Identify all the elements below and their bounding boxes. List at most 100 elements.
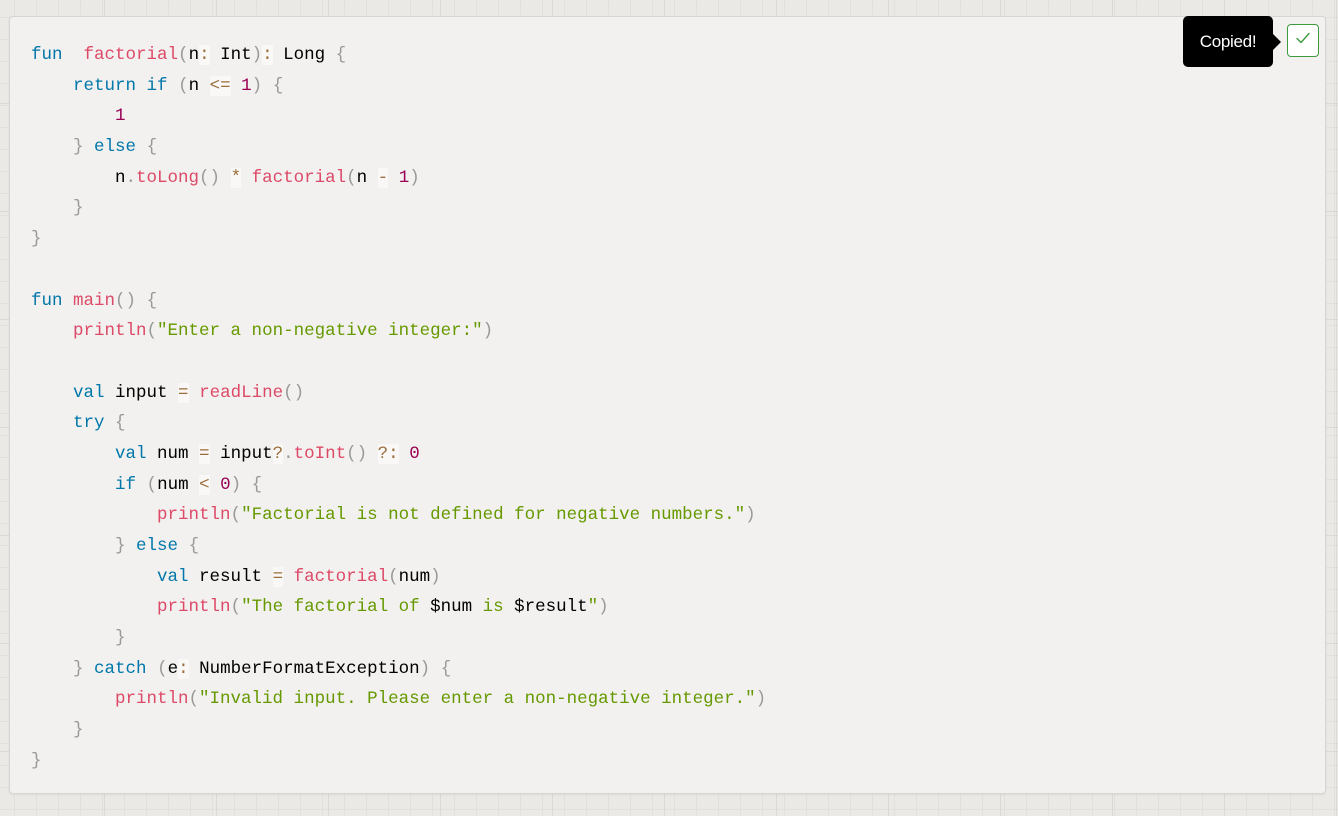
punctuation-token: (	[146, 321, 158, 342]
function-token: factorial	[83, 45, 179, 65]
punctuation-token: }	[73, 198, 84, 219]
punctuation-token: {	[251, 474, 263, 495]
punctuation-token: }	[73, 720, 84, 741]
operator-token: <	[199, 474, 210, 495]
number-token: 0	[409, 443, 420, 464]
punctuation-token: )	[251, 45, 263, 65]
plain-token: Int	[209, 45, 252, 65]
keyword-token: val	[73, 382, 105, 403]
number-token: 1	[241, 75, 252, 96]
keyword-token: fun	[31, 45, 63, 65]
plain-token: n	[31, 167, 126, 188]
number-token: 1	[398, 167, 410, 188]
punctuation-token: )	[419, 658, 431, 679]
number-token: 0	[220, 474, 231, 495]
tooltip-text: Copied!	[1199, 31, 1257, 51]
copied-tooltip: Copied!	[1183, 16, 1281, 67]
plain-token: input	[209, 443, 273, 464]
plain-token: Long	[272, 45, 336, 65]
punctuation-token: ()	[283, 382, 305, 403]
punctuation-token: (	[346, 167, 357, 188]
function-token: toInt	[293, 443, 347, 464]
punctuation-token: }	[115, 628, 126, 649]
code-line: fun factorial(n: Int): Long {	[31, 40, 766, 71]
plain-token: n	[188, 75, 210, 96]
plain-token: NumberFormatException	[188, 658, 420, 679]
code-block[interactable]: fun factorial(n: Int): Long { return if …	[31, 40, 766, 777]
operator-token: :	[199, 45, 210, 65]
code-line: fun main() {	[31, 286, 766, 317]
plain-token: input	[104, 382, 179, 403]
code-line: } catch (e: NumberFormatException) {	[31, 654, 766, 685]
string-token: "The factorial of	[241, 597, 431, 618]
copy-button[interactable]	[1287, 24, 1319, 57]
keyword-token: if	[146, 75, 168, 96]
punctuation-token: (	[178, 75, 189, 96]
operator-token: <=	[209, 75, 231, 96]
punctuation-token: (	[157, 658, 168, 679]
punctuation-token: {	[335, 45, 347, 65]
plain-token: $num	[430, 597, 473, 618]
code-line: println("The factorial of $num is $resul…	[31, 592, 766, 623]
code-line: return if (n <= 1) {	[31, 71, 766, 102]
punctuation-token: ()	[346, 443, 368, 464]
code-line: println("Factorial is not defined for ne…	[31, 500, 766, 531]
string-token: is	[472, 597, 515, 618]
function-token: factorial	[251, 167, 347, 188]
punctuation-token: {	[188, 536, 200, 556]
code-line: val result = factorial(num)	[31, 562, 766, 593]
operator-token: ?:	[377, 443, 399, 464]
code-line: }	[31, 623, 766, 654]
operator-token: -	[377, 167, 389, 188]
punctuation-token: )	[251, 75, 263, 96]
punctuation-token: }	[31, 229, 42, 250]
function-token: main	[73, 290, 116, 311]
code-line: } else {	[31, 132, 766, 163]
code-line: } else {	[31, 531, 766, 562]
code-line: }	[31, 193, 766, 224]
plain-token: n	[188, 45, 200, 65]
punctuation-token: }	[31, 750, 42, 771]
function-token: println	[73, 321, 147, 342]
plain-token: n	[356, 167, 378, 188]
string-token: "Enter a non-negative integer:"	[157, 321, 483, 342]
check-icon	[1294, 29, 1312, 52]
punctuation-token: }	[115, 536, 126, 556]
code-line: n.toLong() * factorial(n - 1)	[31, 163, 766, 194]
code-line: }	[31, 715, 766, 746]
punctuation-token: }	[73, 658, 84, 679]
function-token: readLine	[199, 382, 284, 403]
punctuation-token: (	[178, 45, 189, 65]
keyword-token: else	[94, 137, 137, 158]
operator-token: :	[178, 658, 189, 679]
plain-token: $result	[514, 597, 588, 618]
string-token: "Factorial is not defined for negative n…	[241, 505, 746, 526]
plain-token: result	[188, 566, 273, 587]
punctuation-token: .	[125, 167, 137, 188]
punctuation-token: )	[409, 167, 420, 188]
punctuation-token: {	[146, 137, 158, 158]
operator-token: =	[199, 443, 210, 464]
operator-token: ?	[272, 443, 284, 464]
